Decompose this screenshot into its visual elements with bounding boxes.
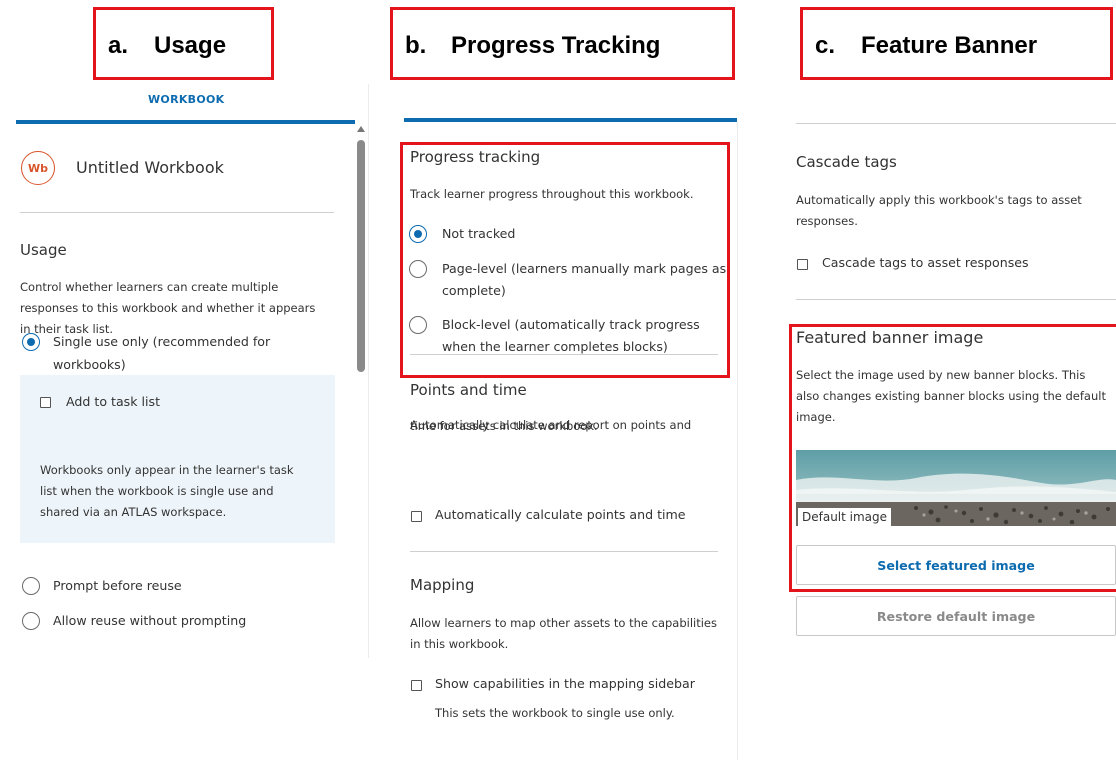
option-single-use-line-2[interactable]: workbooks) (53, 354, 126, 376)
banner-description-line-1: Select the image used by new banner bloc… (796, 368, 1086, 382)
radio-prompt-before-reuse[interactable] (22, 577, 40, 595)
tab-active-underline (16, 120, 355, 124)
points-description-line-2: time for assets in this workbook. (410, 419, 598, 433)
points-heading: Points and time (410, 381, 527, 399)
task-list-note-line-2: list when the workbook is single use and (40, 484, 274, 498)
scrollbar-thumb[interactable] (357, 140, 365, 372)
caption-b-title: Progress Tracking (451, 32, 661, 59)
select-featured-image-label: Select featured image (877, 557, 1035, 573)
banner-heading: Featured banner image (796, 328, 984, 347)
caption-c: c. Feature Banner (815, 28, 1037, 64)
progress-heading: Progress tracking (410, 148, 541, 166)
banner-description-line-3: image. (796, 410, 836, 424)
panel-progress: Progress tracking Track learner progress… (392, 84, 738, 760)
checkbox-show-capabilities[interactable] (411, 680, 422, 691)
usage-heading: Usage (20, 241, 67, 259)
option-single-use-line-1[interactable]: Single use only (recommended for (53, 331, 270, 353)
radio-allow-reuse[interactable] (22, 612, 40, 630)
caption-a: a. Usage (108, 28, 226, 64)
mapping-description-line-2: in this workbook. (410, 637, 509, 651)
option-block-level-line-1[interactable]: Block-level (automatically track progres… (442, 314, 700, 336)
progress-description: Track learner progress throughout this w… (410, 187, 694, 201)
banner-description-line-2: also changes existing banner blocks usin… (796, 389, 1106, 403)
caption-b: b. Progress Tracking (405, 28, 660, 64)
task-list-note-line-3: shared via an ATLAS workspace. (40, 505, 227, 519)
checkbox-cascade-tags[interactable] (797, 259, 808, 270)
option-allow-reuse[interactable]: Allow reuse without prompting (53, 610, 246, 632)
mapping-heading: Mapping (410, 576, 475, 594)
divider (796, 123, 1116, 124)
radio-block-level[interactable] (409, 316, 427, 334)
checkbox-add-to-task-list[interactable] (40, 397, 51, 408)
task-list-note-line-1: Workbooks only appear in the learner's t… (40, 463, 294, 477)
cascade-heading: Cascade tags (796, 153, 897, 171)
image-caption-label: Default image (798, 508, 892, 526)
option-not-tracked[interactable]: Not tracked (442, 223, 515, 245)
usage-description-line-2: responses to this workbook and whether i… (20, 301, 316, 315)
divider (796, 299, 1116, 300)
radio-page-level[interactable] (409, 260, 427, 278)
workbook-title: Untitled Workbook (76, 158, 224, 177)
cascade-description-line-2: responses. (796, 214, 858, 228)
divider (20, 212, 334, 213)
caption-a-letter: a. (108, 32, 129, 59)
cascade-tags-label[interactable]: Cascade tags to asset responses (822, 252, 1029, 274)
divider (410, 354, 718, 355)
cascade-description-line-1: Automatically apply this workbook's tags… (796, 193, 1082, 207)
mapping-description-line-1: Allow learners to map other assets to th… (410, 616, 717, 630)
caption-c-letter: c. (815, 32, 836, 59)
caption-c-title: Feature Banner (861, 32, 1038, 59)
divider (410, 551, 718, 552)
tab-active-underline (404, 118, 737, 122)
radio-not-tracked[interactable] (409, 225, 427, 243)
show-capabilities-label[interactable]: Show capabilities in the mapping sidebar (435, 673, 695, 695)
radio-single-use[interactable] (22, 333, 40, 351)
restore-default-image-button[interactable]: Restore default image (796, 596, 1116, 636)
panel-a-bottom-border (368, 84, 369, 658)
option-page-level-line-2[interactable]: complete) (442, 280, 506, 302)
panel-right-border (737, 122, 738, 760)
usage-description-line-1: Control whether learners can create mult… (20, 280, 279, 294)
add-to-task-list-label[interactable]: Add to task list (66, 391, 160, 413)
mapping-note: This sets the workbook to single use onl… (435, 706, 675, 720)
workbook-badge: Wb (21, 151, 55, 185)
banner-image-preview[interactable]: Default image (796, 450, 1116, 526)
option-prompt-before-reuse[interactable]: Prompt before reuse (53, 575, 182, 597)
calculate-points-label[interactable]: Automatically calculate points and time (435, 504, 686, 526)
checkbox-calculate-points[interactable] (411, 511, 422, 522)
scrollbar-up-arrow[interactable] (357, 126, 365, 132)
option-page-level-line-1[interactable]: Page-level (learners manually mark pages… (442, 258, 726, 280)
panel-feature-banner: Cascade tags Automatically apply this wo… (780, 84, 1116, 684)
panel-usage: WORKBOOK Wb Untitled Workbook Usage Cont… (0, 84, 372, 664)
restore-default-image-label: Restore default image (876, 608, 1036, 624)
workbook-badge-text: Wb (27, 161, 48, 175)
tab-workbook[interactable]: WORKBOOK (148, 93, 225, 106)
caption-a-title: Usage (154, 32, 227, 59)
select-featured-image-button[interactable]: Select featured image (796, 545, 1116, 585)
caption-b-letter: b. (405, 32, 427, 59)
